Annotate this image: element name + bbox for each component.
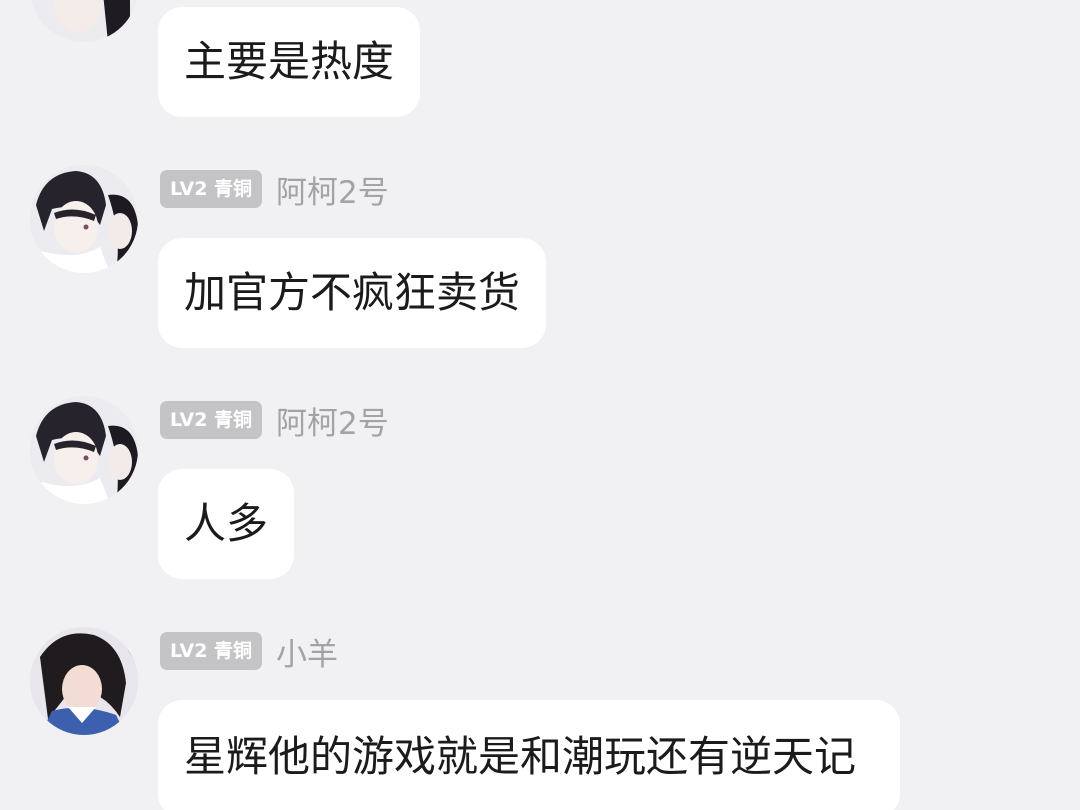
message-text: 加官方不疯狂卖货: [184, 268, 521, 317]
level-badge: LV2 青铜: [160, 401, 263, 439]
message-text: 星辉他的游戏就是和潮玩还有逆天记: [184, 732, 857, 781]
username[interactable]: 阿柯2号: [276, 167, 389, 212]
avatar[interactable]: [30, 0, 138, 42]
message-meta: LV2 青铜 阿柯2号: [160, 398, 389, 443]
chat-thread: 主要是热度 LV2 青铜 阿柯2号 加官方不疯狂卖货 LV2 青铜 阿柯2号 人…: [0, 0, 1080, 810]
avatar[interactable]: [30, 165, 138, 273]
username[interactable]: 小羊: [276, 629, 338, 674]
message-bubble[interactable]: 加官方不疯狂卖货: [158, 238, 547, 348]
message-bubble[interactable]: 星辉他的游戏就是和潮玩还有逆天记: [158, 700, 900, 810]
message-meta: LV2 青铜 阿柯2号: [160, 167, 389, 212]
message-text: 人多: [184, 499, 269, 548]
username[interactable]: 阿柯2号: [276, 398, 389, 443]
message-bubble[interactable]: 主要是热度: [158, 7, 421, 117]
message-bubble[interactable]: 人多: [158, 469, 295, 579]
message-meta: LV2 青铜 小羊: [160, 629, 338, 674]
level-badge: LV2 青铜: [160, 632, 263, 670]
avatar[interactable]: [30, 627, 138, 735]
level-badge: LV2 青铜: [160, 170, 263, 208]
message-text: 主要是热度: [184, 37, 395, 86]
avatar[interactable]: [30, 396, 138, 504]
